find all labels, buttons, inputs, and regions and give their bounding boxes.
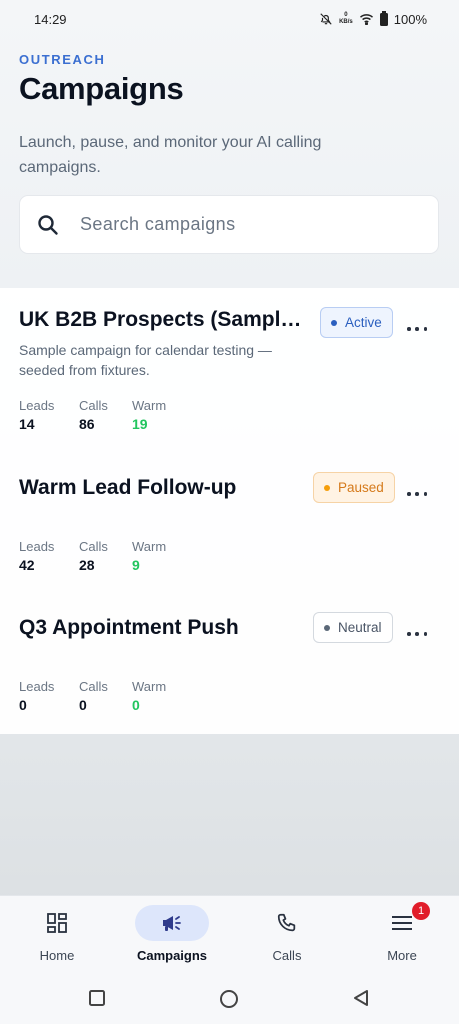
bell-off-icon (320, 13, 332, 25)
grid-icon (47, 913, 67, 933)
search-icon (38, 214, 58, 235)
wifi-icon (359, 14, 373, 25)
section-eyebrow: OUTREACH (19, 52, 106, 67)
bottom-navigation: Home Campaigns Calls 1 More (0, 895, 459, 975)
nav-label: Campaigns (136, 948, 208, 963)
nav-more[interactable]: 1 More (357, 902, 447, 963)
campaign-title: Q3 Appointment Push (19, 616, 239, 639)
more-options-button[interactable] (404, 626, 430, 642)
calls-count: 28 (79, 557, 95, 573)
calls-stat: Calls 86 (79, 398, 108, 432)
nav-calls[interactable]: Calls (242, 904, 332, 963)
warm-stat: Warm 9 (132, 539, 167, 573)
campaign-card[interactable]: Warm Lead Follow-up Paused Leads 42 Call… (0, 460, 459, 590)
status-dot (324, 484, 330, 491)
page-subtitle: Launch, pause, and monitor your AI calli… (19, 134, 322, 176)
page-header: OUTREACH Campaigns (19, 52, 440, 107)
calls-stat: Calls 28 (79, 539, 108, 573)
warm-stat: Warm 0 (132, 679, 167, 713)
status-label: Active (345, 315, 382, 330)
status-badge: Neutral (313, 612, 393, 643)
phone-icon (277, 913, 296, 932)
leads-stat: Leads 0 (19, 679, 55, 713)
status-time: 14:29 (34, 11, 67, 27)
page-title: Campaigns (19, 71, 184, 106)
leads-count: 42 (19, 557, 35, 573)
megaphone-icon (163, 916, 181, 931)
warm-stat: Warm 19 (132, 398, 167, 432)
status-bar: 14:29 0 KB/s 100% (0, 0, 459, 38)
campaign-title: Warm Lead Follow-up (19, 476, 237, 499)
status-icons: 0 KB/s 100% (319, 10, 427, 27)
warm-count: 19 (132, 416, 148, 432)
battery-level: 100% (393, 11, 427, 27)
warm-count: 0 (132, 697, 140, 713)
more-options-button[interactable] (404, 321, 430, 337)
status-label: Paused (338, 480, 384, 495)
search-input[interactable] (80, 214, 400, 235)
nav-active-indicator (135, 905, 209, 941)
home-button-icon[interactable] (219, 989, 239, 1009)
warm-count: 9 (132, 557, 140, 573)
status-badge: Paused (313, 472, 395, 503)
leads-count: 0 (19, 697, 27, 713)
campaign-description: Sample campaign for calendar testing — s… (19, 342, 272, 378)
notification-badge: 1 (412, 902, 430, 920)
leads-stat: Leads 42 (19, 539, 55, 573)
leads-stat: Leads 14 (19, 398, 55, 432)
campaign-card[interactable]: Q3 Appointment Push Neutral Leads 0 Call… (0, 600, 459, 730)
status-dot (331, 319, 337, 326)
nav-home[interactable]: Home (12, 904, 102, 963)
calls-stat: Calls 0 (79, 679, 108, 713)
nav-campaigns[interactable]: Campaigns (127, 904, 217, 963)
calls-count: 0 (79, 697, 87, 713)
menu-icon (392, 916, 412, 930)
back-icon[interactable] (352, 989, 370, 1007)
nav-label: Home (39, 948, 75, 963)
more-options-button[interactable] (404, 486, 430, 502)
nav-label: More (387, 948, 417, 963)
status-badge: Active (320, 307, 393, 338)
recent-apps-icon[interactable] (88, 989, 106, 1007)
calls-count: 86 (79, 416, 95, 432)
network-speed: 0 KB/s (339, 12, 353, 25)
campaign-list: UK B2B Prospects (Sample ... Active Samp… (0, 288, 459, 734)
system-navigation-bar (0, 975, 459, 1024)
battery-icon (379, 10, 388, 26)
campaign-card[interactable]: UK B2B Prospects (Sample ... Active Samp… (0, 288, 459, 448)
campaign-title: UK B2B Prospects (Sample ... (19, 308, 311, 331)
leads-count: 14 (19, 416, 35, 432)
search-bar[interactable] (19, 195, 439, 254)
status-dot (324, 624, 330, 631)
status-label: Neutral (338, 620, 382, 635)
nav-label: Calls (272, 948, 302, 963)
